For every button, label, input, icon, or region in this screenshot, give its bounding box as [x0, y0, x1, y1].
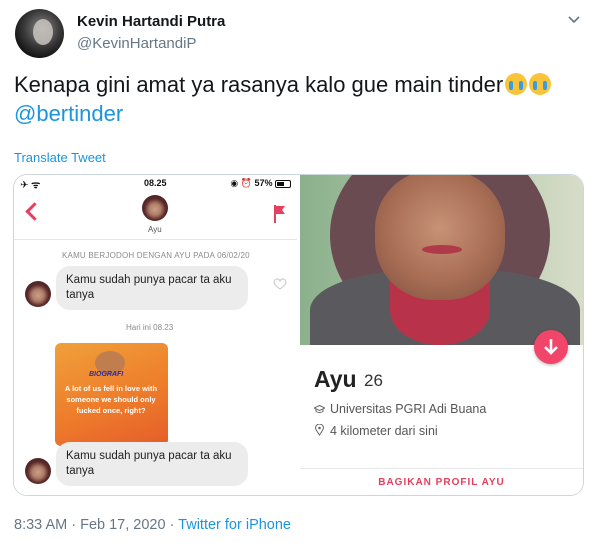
contact-name: Ayu	[148, 225, 162, 234]
chat-header-divider	[14, 239, 297, 240]
status-time: 08.25	[144, 178, 167, 188]
graduation-cap-icon	[314, 405, 325, 413]
match-date-text: KAMU BERJODOH DENGAN AYU PADA 06/02/20	[62, 251, 250, 260]
location-pin-icon	[315, 424, 324, 436]
story-label: BIOGRAFI	[89, 371, 124, 378]
message-bubble: Kamu sudah punya pacar ta aku tanya	[56, 266, 248, 310]
profile-divider	[300, 468, 583, 469]
mention-link[interactable]: @bertinder	[14, 101, 123, 126]
profile-distance: 4 kilometer dari sini	[330, 424, 438, 438]
today-divider-label: Hari ini 08.23	[126, 323, 174, 332]
tweet-timestamp[interactable]: 8:33 AM · Feb 17, 2020 ·	[14, 517, 178, 533]
battery-icon	[275, 179, 291, 188]
translate-tweet-link[interactable]: Translate Tweet	[14, 150, 106, 165]
profile-age: 26	[364, 371, 383, 390]
arrow-down-icon	[544, 339, 558, 355]
chevron-down-icon[interactable]	[567, 13, 581, 27]
heart-icon	[273, 278, 287, 290]
crying-face-icon	[505, 73, 528, 95]
profile-screenshot[interactable]: Ayu 26 Universitas PGRI Adi Buana 4 kilo…	[300, 175, 583, 495]
author-handle[interactable]: @KevinHartandiP	[77, 35, 196, 52]
back-chevron-icon	[25, 202, 44, 221]
story-quote: A lot of us fell in love with someone we…	[64, 384, 158, 415]
message-avatar	[25, 281, 51, 307]
tweet-source-link[interactable]: Twitter for iPhone	[178, 517, 291, 533]
tweet-media[interactable]: ✈ ᯤ 08.25 ◉ ⏰ 57% Ayu KAMU BERJODOH DENG…	[13, 174, 584, 496]
author-avatar[interactable]	[15, 9, 64, 58]
profile-photo	[300, 175, 583, 345]
tweet-meta: 8:33 AM · Feb 17, 2020 · Twitter for iPh…	[14, 517, 291, 533]
author-display-name[interactable]: Kevin Hartandi Putra	[77, 13, 225, 30]
status-left-icons: ✈ ᯤ	[20, 180, 41, 191]
message-avatar	[25, 458, 51, 484]
contact-avatar	[142, 195, 168, 221]
message-bubble: Kamu sudah punya pacar ta aku tanya	[56, 442, 248, 486]
share-profile-button: BAGIKAN PROFIL AYU	[378, 477, 505, 488]
profile-school: Universitas PGRI Adi Buana	[330, 402, 487, 416]
flag-icon	[274, 205, 285, 223]
tweet-body: Kenapa gini amat ya rasanya kalo gue mai…	[14, 72, 504, 97]
phone-status-bar: ✈ ᯤ 08.25 ◉ ⏰ 57%	[14, 175, 297, 191]
crying-face-icon	[529, 73, 552, 95]
chat-screenshot[interactable]: ✈ ᯤ 08.25 ◉ ⏰ 57% Ayu KAMU BERJODOH DENG…	[14, 175, 299, 495]
profile-name: Ayu	[314, 366, 357, 392]
collapse-profile-button	[534, 330, 568, 364]
tweet-text: Kenapa gini amat ya rasanya kalo gue mai…	[14, 70, 584, 128]
shared-story-image: BIOGRAFI A lot of us fell in love with s…	[55, 343, 168, 446]
status-right-text: ◉ ⏰ 57%	[230, 178, 273, 188]
